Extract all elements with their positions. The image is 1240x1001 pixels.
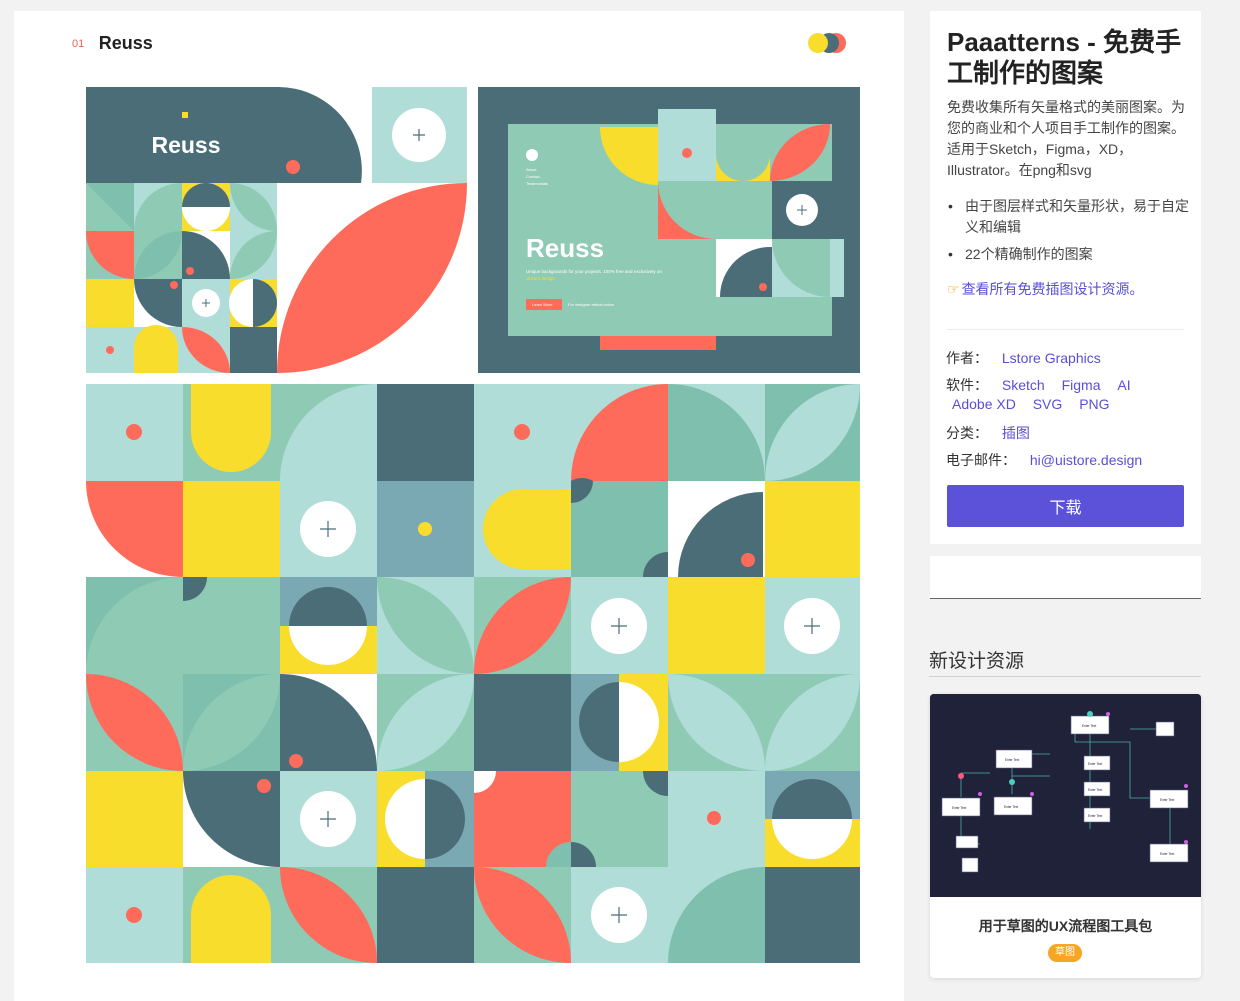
mockup-title: Reuss	[526, 233, 604, 263]
category-row: 分类： 插图	[946, 423, 1030, 443]
software-tag-adobe-xd[interactable]: Adobe XD	[952, 396, 1016, 412]
all-resources-link[interactable]: ☞ 查看所有免费插图设计资源。	[947, 279, 1144, 299]
blank-panel	[930, 556, 1201, 599]
flow-node-label: Enter Text	[1160, 852, 1174, 856]
feature-item: 由于图层样式和矢量形状，易于自定义和编辑	[947, 196, 1192, 238]
software-tag-ai[interactable]: AI	[1117, 377, 1130, 393]
email-link[interactable]: hi@uistore.design	[1030, 452, 1142, 468]
pattern-preview-brand: Reuss	[86, 87, 467, 373]
author-row: 作者： Lstore Graphics	[946, 348, 1101, 368]
software-tag-sketch[interactable]: Sketch	[1002, 377, 1045, 393]
flow-node-label: Enter Text	[1004, 805, 1018, 809]
mockup-nav-contact: Contact	[526, 174, 541, 179]
software-tag-svg[interactable]: SVG	[1033, 396, 1063, 412]
mockup-nav-about: About	[526, 167, 537, 172]
pointing-hand-icon: ☞	[947, 281, 960, 297]
flow-node-label: Enter Text	[1082, 724, 1096, 728]
category-badge[interactable]: 草图	[1048, 944, 1082, 962]
resource-card[interactable]: Enter Text Enter Text Enter Text Enter T…	[930, 694, 1201, 978]
resource-info-card: Paaatterns - 免费手工制作的图案 免费收集所有矢量格式的美丽图案。为…	[930, 11, 1201, 544]
software-row-2: Adobe XD SVG PNG	[952, 396, 1110, 412]
pattern-preview-mockup: About Contact Testimonials Reuss Unique …	[478, 87, 860, 373]
card-title[interactable]: Reuss	[99, 33, 153, 53]
flow-node-label: Enter Text	[1005, 758, 1019, 762]
flow-node-label: Enter Text	[1088, 788, 1102, 792]
author-link[interactable]: Lstore Graphics	[1002, 350, 1101, 366]
software-row: 软件： Sketch Figma AI	[946, 375, 1131, 395]
resource-thumbnail[interactable]: Enter Text Enter Text Enter Text Enter T…	[930, 694, 1201, 897]
mockup-tagline: Unique backgrounds for your projects. 10…	[526, 269, 662, 274]
divider	[929, 676, 1201, 677]
pattern-card: 01 Reuss Reuss About Contact Testimonial…	[14, 11, 904, 1001]
mockup-sub: For designer retinal colors	[568, 302, 614, 307]
flow-node-label: Enter Text	[952, 806, 966, 810]
resource-title: Paaatterns - 免费手工制作的图案	[947, 27, 1182, 88]
software-tag-figma[interactable]: Figma	[1062, 377, 1101, 393]
feature-item: 22个精确制作的图案	[947, 244, 1192, 265]
category-label: 分类：	[946, 425, 988, 441]
pattern-preview-full	[86, 384, 860, 963]
category-link[interactable]: 插图	[1002, 425, 1030, 441]
color-swatch-icon[interactable]	[807, 32, 847, 54]
new-resources-heading: 新设计资源	[929, 651, 1025, 672]
flow-node-label: Enter Text	[1160, 798, 1174, 802]
email-row: 电子邮件： hi@uistore.design	[946, 450, 1142, 470]
all-resources-link-label[interactable]: 查看所有免费插图设计资源。	[962, 281, 1144, 297]
pattern-brand-text: Reuss	[151, 132, 220, 158]
mockup-cta: Learn More	[532, 302, 553, 307]
divider	[947, 329, 1184, 330]
mockup-nav-testimonials: Testimonials	[526, 181, 548, 186]
software-tag-png[interactable]: PNG	[1079, 396, 1109, 412]
download-button[interactable]: 下载	[947, 485, 1184, 527]
resource-description: 免费收集所有矢量格式的美丽图案。为您的商业和个人项目手工制作的图案。适用于Ske…	[947, 99, 1185, 178]
feature-list: 由于图层样式和矢量形状，易于自定义和编辑 22个精确制作的图案	[947, 196, 1192, 271]
card-number: 01	[72, 37, 85, 50]
email-label: 电子邮件：	[946, 452, 1016, 468]
mockup-tagline-accent: Uistore.design	[526, 276, 555, 281]
software-label: 软件：	[946, 377, 988, 393]
card-header: 01 Reuss	[72, 33, 153, 54]
flow-node-label: Enter Text	[1088, 762, 1102, 766]
flow-node-label: Enter Text	[1088, 814, 1102, 818]
resource-card-title[interactable]: 用于草图的UX流程图工具包	[930, 916, 1201, 936]
author-label: 作者：	[946, 350, 988, 366]
pattern-gallery: Reuss About Contact Testimonials Reuss U…	[86, 87, 860, 963]
